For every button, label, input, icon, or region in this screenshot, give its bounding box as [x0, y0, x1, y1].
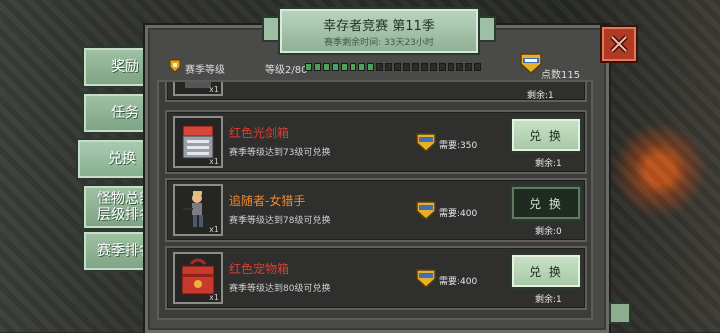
tab-tasks-label: 任务: [111, 105, 139, 121]
info-icon[interactable]: [609, 302, 631, 324]
season-badge-icon: [169, 59, 181, 73]
list-item-red-pet-box: x1 红色宠物箱 赛季等级达到80级可兑换 需要:400 兑 换 剩余:1: [165, 246, 587, 310]
points-badge-icon: [416, 133, 436, 152]
level-bar-segment: [394, 63, 401, 71]
remaining-text: 剩余:1: [535, 159, 562, 169]
close-icon: [610, 35, 628, 53]
item-icon-partial: x1: [173, 82, 223, 96]
level-bar-segment: [313, 63, 321, 71]
points-count: 点数115: [541, 70, 581, 81]
level-bar-segment: [305, 63, 312, 71]
item-name: 红色光剑箱: [229, 126, 290, 140]
level-progress-bar: [305, 63, 482, 71]
cost-text: 需要:400: [439, 277, 478, 287]
close-button[interactable]: [602, 27, 636, 61]
level-bar-segment: [438, 63, 446, 71]
level-bar-segment: [322, 63, 330, 71]
season-level-label: 赛季等级: [185, 65, 225, 76]
level-bar-segment: [385, 63, 393, 71]
level-bar-segment: [340, 63, 348, 71]
remaining-text: 剩余:1: [535, 295, 562, 305]
list-item-follower-huntress: x1 追随者-女猎手 赛季等级达到78级可兑换 需要:400 兑 换 剩余:0: [165, 178, 587, 242]
level-bar-segment: [429, 63, 437, 71]
points-badge-icon: [416, 269, 436, 288]
item-qty: x1: [209, 293, 219, 302]
exchange-button[interactable]: 兑 换: [512, 187, 580, 219]
level-bar-segment: [349, 63, 357, 71]
level-bar-segment: [367, 63, 375, 71]
follower-huntress-icon: x1: [173, 184, 223, 236]
red-lightsaber-box-icon: x1: [173, 116, 223, 168]
points-badge-icon: [520, 53, 542, 74]
cost-text: 需要:350: [439, 141, 478, 151]
tab-rewards-label: 奖励: [111, 59, 139, 75]
cost-text: 需要:400: [439, 209, 478, 219]
level-bar-segment: [402, 63, 410, 71]
item-name: 红色宠物箱: [229, 262, 290, 276]
item-qty: x1: [209, 225, 219, 234]
level-bar-segment: [420, 63, 428, 71]
exchange-button[interactable]: 兑 换: [512, 255, 580, 287]
level-bar-segment: [474, 63, 482, 71]
list-item-partial: x1: [165, 82, 587, 102]
exchange-button[interactable]: 兑 换: [512, 119, 580, 151]
item-qty: x1: [209, 85, 219, 94]
title-banner: 幸存者竞赛 第11季 赛季剩余时间: 33天23小时: [280, 9, 478, 53]
remaining-partial: 剩余:1: [527, 91, 554, 101]
level-bar-segment: [447, 63, 455, 71]
item-qty: x1: [209, 157, 219, 166]
points-badge-icon: [416, 201, 436, 220]
level-bar-segment: [411, 63, 419, 71]
level-progress-text: 等级2/80: [265, 65, 308, 76]
level-bar-segment: [456, 63, 464, 71]
item-requirement: 赛季等级达到80级可兑换: [229, 284, 331, 294]
remaining-text: 剩余:0: [535, 227, 562, 237]
item-requirement: 赛季等级达到73级可兑换: [229, 148, 331, 158]
list-item-red-lightsaber-box: x1 红色光剑箱 赛季等级达到73级可兑换 需要:350 兑 换 剩余:1: [165, 110, 587, 174]
exchange-list[interactable]: x1 剩余:1 x1 红色光剑箱 赛季等级达到73级可兑换 需要:350 兑 换…: [157, 80, 593, 320]
red-pet-box-icon: x1: [173, 252, 223, 304]
item-requirement: 赛季等级达到78级可兑换: [229, 216, 331, 226]
level-bar-segment: [376, 63, 384, 71]
level-bar-segment: [331, 63, 339, 71]
page-title: 幸存者竞赛 第11季: [323, 19, 435, 34]
tab-exchange-label: 兑换: [108, 151, 136, 167]
level-bar-segment: [465, 63, 473, 71]
season-remaining: 赛季剩余时间: 33天23小时: [324, 38, 434, 48]
item-name: 追随者-女猎手: [229, 194, 306, 208]
level-bar-segment: [358, 63, 366, 71]
